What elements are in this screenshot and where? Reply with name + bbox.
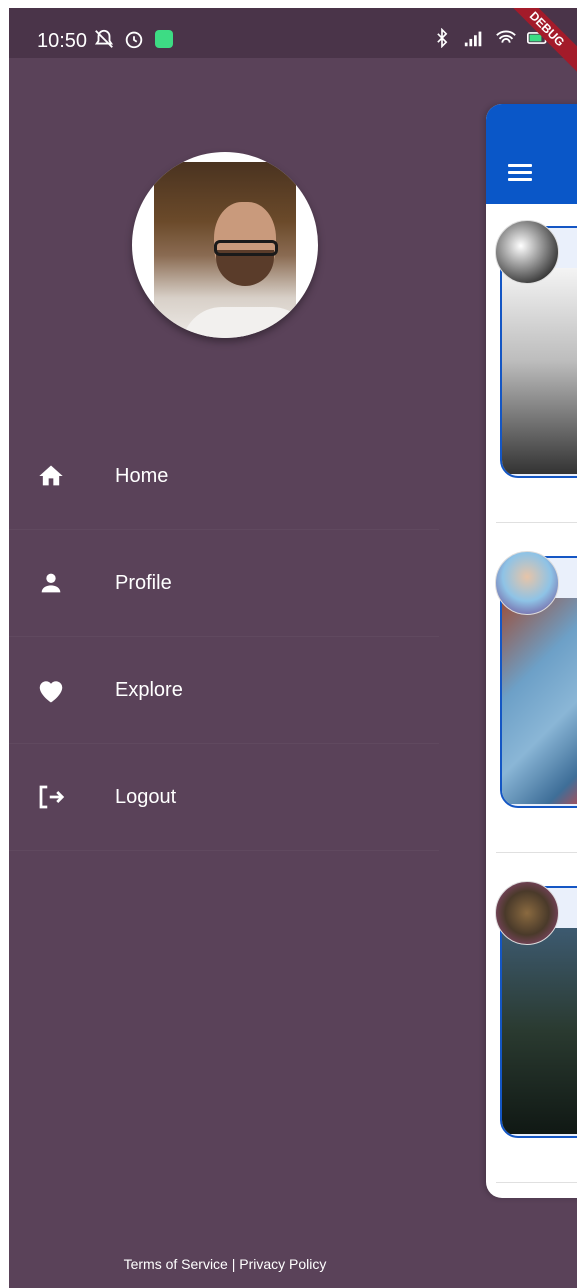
post-image — [502, 598, 577, 804]
menu-item-home[interactable]: Home — [9, 423, 439, 530]
footer-links[interactable]: Terms of Service | Privacy Policy — [9, 1256, 441, 1272]
menu-item-explore[interactable]: Explore — [9, 637, 439, 744]
status-bar: 10:50 DEBUG — [9, 8, 577, 78]
logout-icon — [36, 782, 66, 812]
post-image — [502, 928, 577, 1134]
post-image — [502, 268, 577, 474]
app-bar — [486, 104, 577, 204]
signal-icon — [463, 27, 485, 49]
person-icon — [36, 568, 66, 598]
divider — [496, 852, 577, 853]
heart-icon — [36, 675, 66, 705]
profile-avatar[interactable] — [132, 152, 318, 338]
background-screen[interactable] — [486, 104, 577, 1198]
app-screen: 10:50 DEBUG Home Profile Explore Logout … — [9, 8, 577, 1288]
post-author-avatar[interactable] — [495, 881, 559, 945]
menu-label: Explore — [115, 678, 183, 701]
menu-item-profile[interactable]: Profile — [9, 530, 439, 637]
menu-label: Logout — [115, 785, 177, 808]
alarm-icon — [123, 28, 145, 50]
status-time: 10:50 — [37, 30, 88, 52]
menu-item-logout[interactable]: Logout — [9, 744, 439, 851]
hamburger-menu-icon[interactable] — [508, 164, 532, 184]
bluetooth-icon — [431, 27, 453, 49]
divider — [496, 522, 577, 523]
menu-label: Home — [115, 464, 169, 487]
home-icon — [36, 461, 66, 491]
menu-label: Profile — [115, 571, 172, 594]
drawer-menu: Home Profile Explore Logout — [9, 423, 439, 851]
wifi-icon — [495, 27, 517, 49]
post-author-avatar[interactable] — [495, 220, 559, 284]
android-icon — [153, 28, 175, 50]
muted-notification-icon — [93, 28, 115, 50]
post-author-avatar[interactable] — [495, 551, 559, 615]
divider — [496, 1182, 577, 1183]
